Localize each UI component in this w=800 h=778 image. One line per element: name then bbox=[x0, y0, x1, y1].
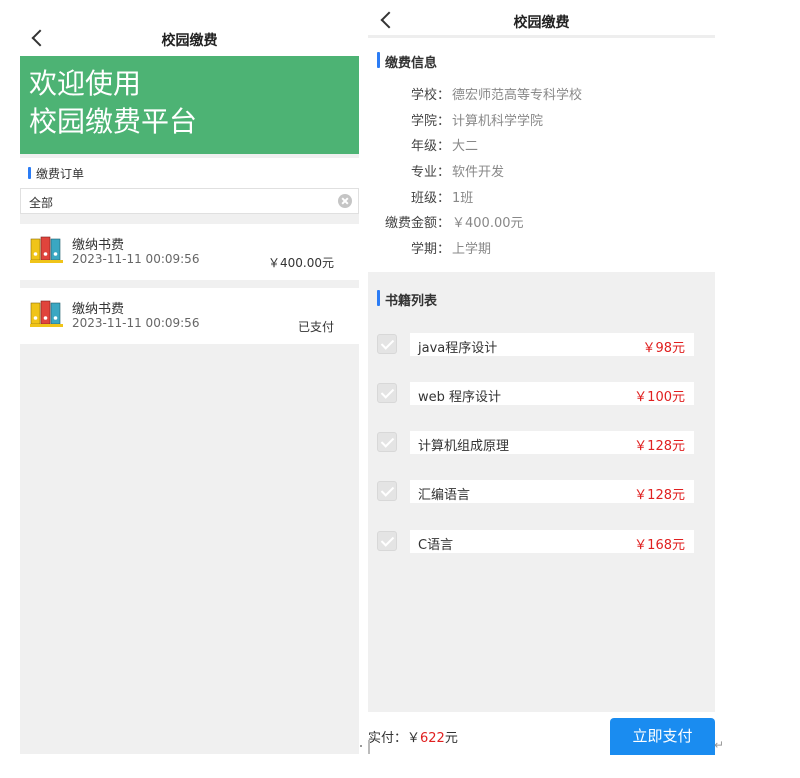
info-label: 学期： bbox=[410, 242, 450, 257]
order-item[interactable]: 缴纳书费 2023-11-11 00:09:56 已支付 bbox=[20, 288, 359, 344]
book-price: ￥128元 bbox=[634, 439, 685, 454]
info-section-title: 缴费信息 bbox=[385, 56, 438, 71]
book-price: ￥128元 bbox=[634, 488, 685, 503]
pay-amount: 622 bbox=[420, 731, 445, 746]
book-title: C语言 bbox=[418, 538, 454, 553]
order-time: 2023-11-11 00:09:56 bbox=[72, 252, 200, 266]
info-value: 德宏师范高等专科学校 bbox=[452, 88, 583, 103]
info-value: 软件开发 bbox=[452, 165, 505, 180]
info-value: 1班 bbox=[452, 191, 474, 206]
book-price: ￥98元 bbox=[642, 341, 685, 356]
page-title: 校园缴费 bbox=[161, 33, 218, 49]
pay-label: 实付：￥ bbox=[368, 731, 421, 746]
top-nav-bar: 校园缴费 bbox=[368, 0, 715, 38]
book-title: web 程序设计 bbox=[418, 390, 502, 405]
top-nav-bar: 校园缴费 bbox=[20, 20, 359, 56]
book-row[interactable]: 汇编语言 ￥128元 bbox=[410, 480, 694, 503]
book-checkbox[interactable] bbox=[377, 383, 397, 403]
order-status: 已支付 bbox=[297, 320, 334, 334]
info-label: 缴费金额： bbox=[384, 216, 450, 231]
book-price: ￥168元 bbox=[634, 538, 685, 553]
info-value: ￥400.00元 bbox=[452, 216, 524, 231]
book-title: 计算机组成原理 bbox=[418, 439, 510, 454]
book-title: 汇编语言 bbox=[418, 488, 471, 503]
filter-value: 全部 bbox=[29, 196, 54, 210]
section-title: 缴费订单 bbox=[36, 167, 85, 181]
pay-unit: 元 bbox=[444, 731, 458, 746]
order-name: 缴纳书费 bbox=[72, 238, 125, 253]
actual-pay-total: 实付：￥622元 bbox=[368, 727, 458, 746]
banner-line-2: 校园缴费平台 bbox=[29, 105, 198, 138]
order-filter-select[interactable]: 全部 bbox=[20, 188, 359, 214]
section-accent-bar bbox=[28, 167, 31, 179]
info-label: 学校： bbox=[410, 88, 450, 103]
payment-detail-screen: 校园缴费 缴费信息 学校： 德宏师范高等专科学校 学院： 计算机科学学院 年级：… bbox=[368, 0, 715, 778]
book-title: java程序设计 bbox=[418, 341, 498, 356]
book-checkbox[interactable] bbox=[377, 481, 397, 501]
binder-folders-icon bbox=[30, 300, 63, 327]
info-value: 上学期 bbox=[452, 242, 492, 257]
book-row[interactable]: web 程序设计 ￥100元 bbox=[410, 382, 694, 405]
order-section-header: 缴费订单 bbox=[20, 158, 359, 188]
books-section-title: 书籍列表 bbox=[385, 294, 438, 309]
info-value: 计算机科学学院 bbox=[452, 114, 544, 129]
divider-tick bbox=[368, 740, 370, 754]
book-checkbox[interactable] bbox=[377, 432, 397, 452]
info-value: 大二 bbox=[452, 139, 479, 154]
section-accent-bar bbox=[377, 52, 380, 68]
order-time: 2023-11-11 00:09:56 bbox=[72, 316, 200, 330]
page-title: 校园缴费 bbox=[513, 15, 570, 31]
book-row[interactable]: java程序设计 ￥98元 bbox=[410, 333, 694, 356]
info-label: 学院： bbox=[410, 114, 450, 129]
order-list-screen: 校园缴费 欢迎使用 校园缴费平台 缴费订单 全部 缴纳书费 2023-11-11… bbox=[20, 20, 359, 754]
order-item[interactable]: 缴纳书费 2023-11-11 00:09:56 ￥400.00元 bbox=[20, 224, 359, 280]
return-arrow-icon: ↵ bbox=[714, 738, 725, 752]
book-row[interactable]: C语言 ￥168元 bbox=[410, 530, 694, 553]
section-accent-bar bbox=[377, 290, 380, 306]
clear-icon[interactable] bbox=[338, 194, 352, 208]
book-checkbox[interactable] bbox=[377, 531, 397, 551]
divider-dot bbox=[360, 745, 362, 747]
info-label: 班级： bbox=[410, 191, 450, 206]
info-label: 年级： bbox=[410, 139, 450, 154]
book-list-panel: 书籍列表 java程序设计 ￥98元 web 程序设计 ￥100元 计算机组成原… bbox=[368, 272, 715, 712]
banner-line-1: 欢迎使用 bbox=[29, 67, 142, 100]
welcome-banner: 欢迎使用 校园缴费平台 bbox=[20, 56, 359, 154]
binder-folders-icon bbox=[30, 236, 63, 263]
order-amount: ￥400.00元 bbox=[268, 256, 334, 270]
pay-now-button[interactable]: 立即支付 bbox=[610, 718, 715, 755]
book-price: ￥100元 bbox=[634, 390, 685, 405]
order-name: 缴纳书费 bbox=[72, 302, 125, 317]
book-row[interactable]: 计算机组成原理 ￥128元 bbox=[410, 431, 694, 454]
book-checkbox[interactable] bbox=[377, 334, 397, 354]
info-label: 专业： bbox=[410, 165, 450, 180]
